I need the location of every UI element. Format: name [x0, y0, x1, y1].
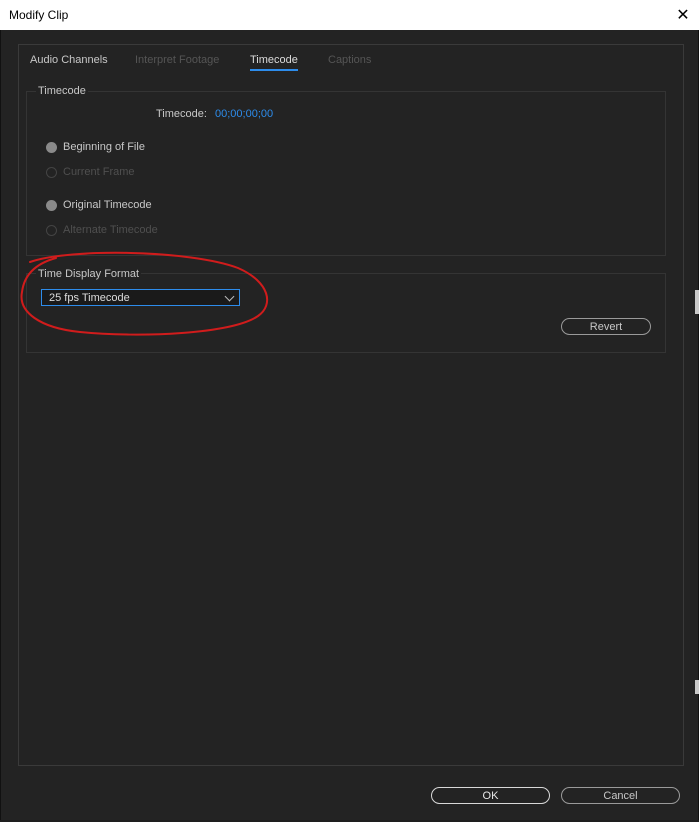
- close-icon: ✕: [676, 7, 690, 24]
- radio-indicator: [46, 224, 57, 236]
- window-edge-fragment: [695, 290, 699, 314]
- radio-alternate-timecode[interactable]: Alternate Timecode: [46, 224, 158, 236]
- cancel-button[interactable]: Cancel: [561, 787, 680, 804]
- radio-current-frame[interactable]: Current Frame: [46, 166, 135, 178]
- revert-button[interactable]: Revert: [561, 318, 651, 335]
- radio-label: Beginning of File: [63, 141, 145, 153]
- select-value: 25 fps Timecode: [49, 291, 130, 304]
- radio-beginning-of-file[interactable]: Beginning of File: [46, 141, 145, 153]
- tab-interpret-footage[interactable]: Interpret Footage: [135, 54, 219, 66]
- radio-label: Alternate Timecode: [63, 224, 158, 236]
- time-display-format-select[interactable]: 25 fps Timecode: [41, 289, 240, 306]
- chevron-down-icon: [224, 291, 235, 301]
- window-title: Modify Clip: [9, 8, 69, 22]
- timecode-field-label: Timecode:: [156, 108, 207, 120]
- radio-indicator: [46, 141, 57, 153]
- radio-original-timecode[interactable]: Original Timecode: [46, 199, 152, 211]
- close-button[interactable]: ✕: [667, 0, 699, 30]
- radio-label: Current Frame: [63, 166, 135, 178]
- tab-audio-channels[interactable]: Audio Channels: [30, 54, 108, 66]
- timecode-field-value[interactable]: 00;00;00;00: [215, 108, 273, 120]
- radio-indicator: [46, 199, 57, 211]
- tab-captions[interactable]: Captions: [328, 54, 371, 66]
- tab-timecode[interactable]: Timecode: [250, 54, 298, 66]
- timecode-group-title: Timecode: [36, 85, 88, 97]
- window-edge-fragment: [695, 680, 699, 694]
- ok-button[interactable]: OK: [431, 787, 550, 804]
- radio-indicator: [46, 166, 57, 178]
- time-display-format-group: [26, 273, 666, 353]
- radio-label: Original Timecode: [63, 199, 152, 211]
- active-tab-indicator: [250, 69, 298, 71]
- title-bar: Modify Clip ✕: [0, 0, 699, 30]
- time-display-format-title: Time Display Format: [36, 268, 142, 280]
